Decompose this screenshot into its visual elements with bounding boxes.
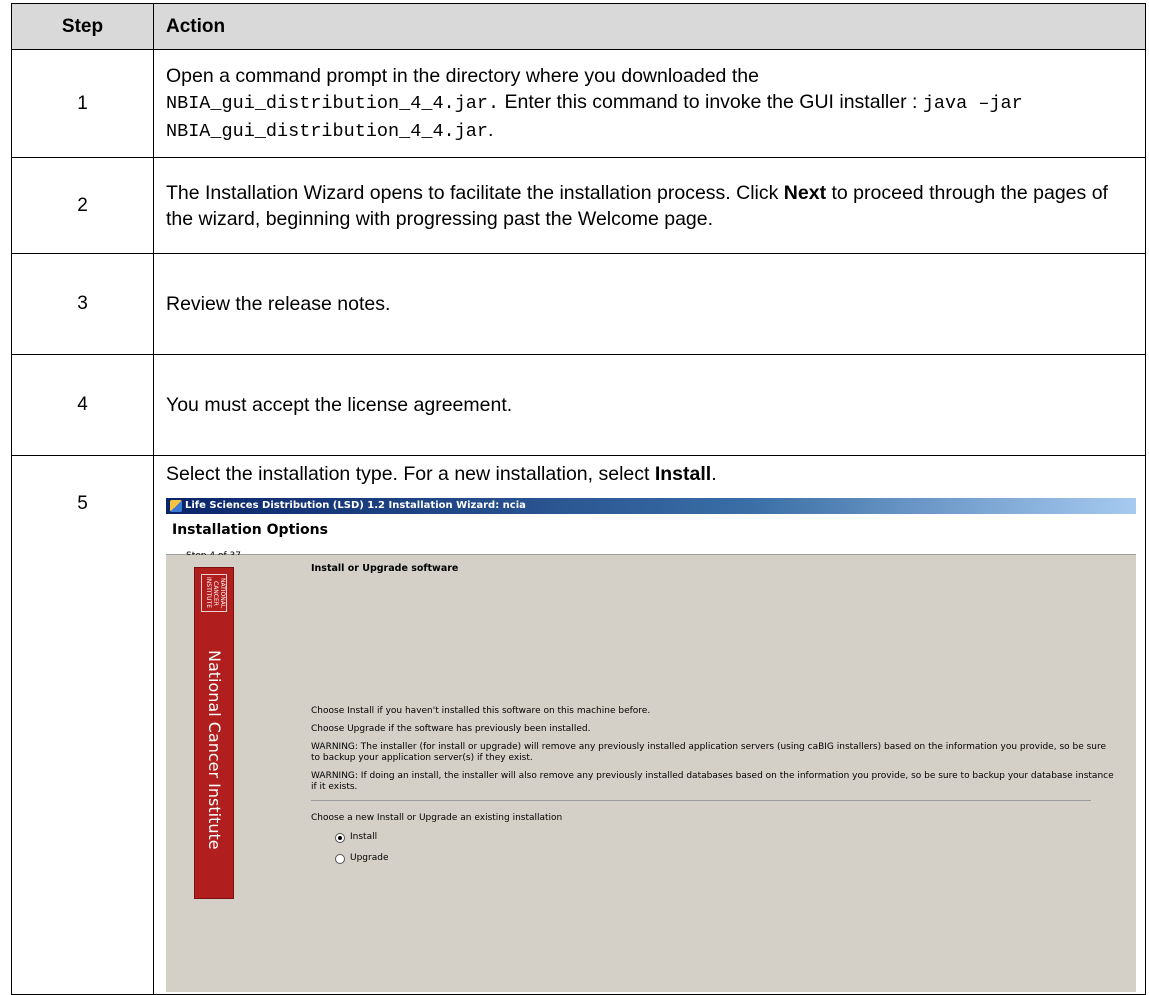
- upgrade-radio-icon[interactable]: [335, 853, 345, 864]
- step-action: You must accept the license agreement.: [153, 354, 1146, 456]
- info-line: Choose Install if you haven't installed …: [311, 706, 651, 716]
- table-header-row: Step Action: [11, 3, 1146, 50]
- wizard-page-title: Installation Options: [172, 522, 328, 538]
- jar-filename: NBIA_gui_distribution_4_4.jar.: [166, 92, 500, 114]
- action-text: Open a command prompt in the directory w…: [166, 64, 759, 87]
- installer-app-icon: [170, 500, 182, 512]
- install-option[interactable]: Install: [335, 832, 1116, 843]
- warning-line: WARNING: If doing an install, the instal…: [311, 771, 1114, 792]
- action-text: Enter this command to invoke the GUI ins…: [499, 90, 923, 113]
- step-action: Open a command prompt in the directory w…: [153, 49, 1146, 158]
- warning-line: WARNING: The installer (for install or u…: [311, 742, 1107, 763]
- table-row: 1 Open a command prompt in the directory…: [11, 49, 1146, 158]
- wizard-body: NATIONAL CANCER INSTITUTE National Cance…: [166, 555, 1136, 992]
- table-row: 4 You must accept the license agreement.: [11, 354, 1146, 456]
- info-line: Choose Upgrade if the software has previ…: [311, 724, 591, 734]
- upgrade-option[interactable]: Upgrade: [335, 853, 1116, 864]
- nci-banner: NATIONAL CANCER INSTITUTE National Cance…: [194, 567, 234, 899]
- table-row: 3 Review the release notes.: [11, 253, 1146, 355]
- action-column-header: Action: [153, 3, 1146, 50]
- step-action: Select the installation type. For a new …: [153, 455, 1146, 995]
- install-radio-icon[interactable]: [335, 832, 345, 843]
- action-text: .: [487, 118, 494, 141]
- step-column-header: Step: [11, 3, 154, 50]
- nci-banner-text: National Cancer Institute: [205, 650, 224, 850]
- step-action: The Installation Wizard opens to facilit…: [153, 157, 1146, 254]
- wizard-titlebar: Life Sciences Distribution (LSD) 1.2 Ins…: [166, 498, 1136, 514]
- step-number: 5: [11, 455, 154, 995]
- choose-label: Choose a new Install or Upgrade an exist…: [311, 813, 563, 823]
- action-text: Select the installation type. For a new …: [166, 463, 655, 485]
- action-text: The Installation Wizard opens to facilit…: [166, 181, 784, 204]
- wizard-content: Install or Upgrade software Choose Insta…: [311, 563, 1116, 874]
- step-action: Review the release notes.: [153, 253, 1146, 355]
- divider: [311, 800, 1091, 801]
- action-bold: Install: [654, 463, 712, 485]
- wizard-window-title: Life Sciences Distribution (LSD) 1.2 Ins…: [185, 500, 526, 511]
- wizard-screenshot: Life Sciences Distribution (LSD) 1.2 Ins…: [166, 498, 1136, 992]
- install-option-label: Install: [350, 832, 378, 842]
- table-row: 5 Select the installation type. For a ne…: [11, 455, 1146, 995]
- step-number: 4: [11, 354, 154, 456]
- step-number: 3: [11, 253, 154, 355]
- wizard-header: Installation Options Step 4 of 37: [166, 514, 1136, 561]
- action-text: .: [711, 463, 717, 485]
- nci-logo-icon: NATIONAL CANCER INSTITUTE: [201, 574, 227, 612]
- step-number: 1: [11, 49, 154, 158]
- steps-table: Step Action 1 Open a command prompt in t…: [11, 3, 1146, 995]
- action-bold: Next: [783, 181, 827, 204]
- section-title: Install or Upgrade software: [311, 563, 459, 574]
- step-number: 2: [11, 157, 154, 254]
- upgrade-option-label: Upgrade: [350, 853, 389, 863]
- table-row: 2 The Installation Wizard opens to facil…: [11, 157, 1146, 254]
